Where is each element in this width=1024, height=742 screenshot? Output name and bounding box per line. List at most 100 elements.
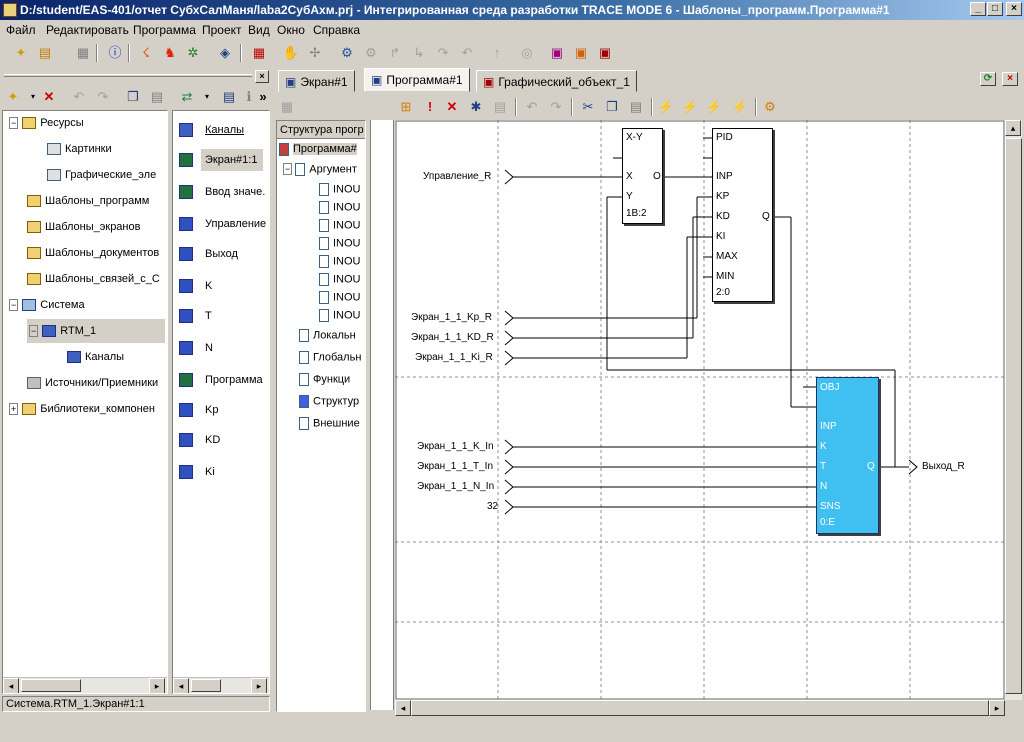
menu-edit[interactable]: Редактировать: [46, 23, 129, 37]
redo-icon[interactable]: ↷: [94, 88, 112, 106]
tree-item-sources[interactable]: Источники/Приемники: [27, 377, 158, 390]
xy-block[interactable]: X-Y X O Y 1B:2: [622, 128, 663, 224]
tree-item-pictures[interactable]: Картинки: [47, 143, 112, 156]
step-out-icon[interactable]: ↶: [458, 44, 476, 62]
tree-item-document-templates[interactable]: Шаблоны_документов: [27, 247, 159, 260]
tab-graphic-object1[interactable]: ▣ Графический_объект_1: [476, 70, 637, 92]
structure-inout[interactable]: INOU: [319, 309, 361, 322]
structure-inout[interactable]: INOU: [319, 183, 361, 196]
structure-inout[interactable]: INOU: [319, 273, 361, 286]
expander-icon[interactable]: −: [9, 299, 19, 311]
port-ki[interactable]: KI: [716, 231, 725, 242]
wand4-icon[interactable]: ⚡: [731, 98, 749, 116]
pointer-icon[interactable]: ✢: [306, 44, 324, 62]
close-picture-icon[interactable]: ▣: [596, 44, 614, 62]
open-project-icon[interactable]: ▤: [36, 44, 54, 62]
canvas-hscrollbar[interactable]: ◂ ▸: [395, 700, 1005, 716]
tree-item-system[interactable]: − Система: [9, 299, 85, 312]
expander-icon[interactable]: +: [9, 403, 19, 415]
more-icon[interactable]: »: [254, 88, 272, 106]
channel-item[interactable]: Программа: [179, 373, 263, 387]
structure-inout[interactable]: INOU: [319, 237, 361, 250]
block-icon[interactable]: ⊞: [397, 98, 415, 116]
port-min[interactable]: MIN: [716, 271, 734, 282]
step-over-icon[interactable]: ↷: [434, 44, 452, 62]
structure-inout[interactable]: INOU: [319, 291, 361, 304]
structure-root[interactable]: Программа#: [279, 143, 357, 156]
paste-icon[interactable]: ▤: [627, 98, 645, 116]
obj-block[interactable]: OBJ INP K T Q N SNS 0:E: [816, 377, 879, 534]
input-label-upravlenie[interactable]: Управление_R: [423, 171, 491, 182]
compile-block-icon[interactable]: ⚙: [761, 98, 779, 116]
paste-icon[interactable]: ▤: [148, 88, 166, 106]
wand3-icon[interactable]: ⚡: [705, 98, 723, 116]
menu-file[interactable]: Файл: [6, 23, 36, 37]
pid-block[interactable]: PID INP KP KD Q KI MAX MIN 2:0: [712, 128, 773, 302]
port-y[interactable]: Y: [626, 191, 633, 202]
scroll-left-button[interactable]: ◂: [3, 678, 19, 693]
output-label-vyhod[interactable]: Выход_R: [922, 461, 965, 472]
delete-icon[interactable]: ✕: [40, 88, 58, 106]
expander-icon[interactable]: −: [283, 163, 293, 176]
expander-icon[interactable]: −: [9, 117, 19, 129]
redo-icon[interactable]: ↷: [547, 98, 565, 116]
debug-bug-icon[interactable]: ✲: [184, 44, 202, 62]
channel-item[interactable]: Управление: [179, 217, 266, 231]
scroll-thumb[interactable]: [1005, 138, 1022, 694]
tree-item-libraries[interactable]: + Библиотеки_компонен: [9, 403, 155, 416]
expander-icon[interactable]: −: [29, 325, 39, 337]
channel-item[interactable]: K: [179, 279, 212, 293]
undo-icon[interactable]: ↶: [523, 98, 541, 116]
info-icon[interactable]: ⓘ: [106, 44, 124, 62]
channel-item[interactable]: T: [179, 309, 212, 323]
tab-screen1[interactable]: ▣ Экран#1: [278, 70, 355, 92]
step-into-icon[interactable]: ↳: [410, 44, 428, 62]
port-k[interactable]: K: [820, 441, 827, 452]
menu-view[interactable]: Вид: [248, 23, 270, 37]
port-q[interactable]: Q: [762, 211, 770, 222]
block-props-icon[interactable]: ▤: [491, 98, 509, 116]
menu-project[interactable]: Проект: [202, 23, 242, 37]
new-item-icon[interactable]: ✦: [4, 88, 22, 106]
input-constant-32[interactable]: 32: [487, 501, 498, 512]
port-q[interactable]: Q: [867, 461, 875, 472]
scroll-left-button[interactable]: ◂: [173, 678, 189, 693]
tree-item-program-templates[interactable]: Шаблоны_программ: [27, 195, 149, 208]
program-structure[interactable]: Структура прогр Программа# − Аргумент INO…: [276, 120, 366, 712]
scroll-thumb[interactable]: [411, 700, 989, 716]
hand-icon[interactable]: ✋: [282, 44, 300, 62]
port-inp[interactable]: INP: [716, 171, 733, 182]
channel-item[interactable]: KD: [179, 433, 220, 447]
input-label-kd[interactable]: Экран_1_1_KD_R: [411, 332, 494, 343]
scroll-right-button[interactable]: ▸: [989, 700, 1005, 716]
scroll-right-button[interactable]: ▸: [251, 678, 267, 693]
wand-icon[interactable]: ⚡: [657, 98, 675, 116]
port-t[interactable]: T: [820, 461, 826, 472]
menu-window[interactable]: Окно: [277, 23, 305, 37]
port-o[interactable]: O: [653, 171, 661, 182]
delete-block-icon[interactable]: ✕: [443, 98, 461, 116]
undo-icon[interactable]: ↶: [70, 88, 88, 106]
scroll-up-button[interactable]: ▴: [1005, 120, 1021, 136]
channel-type-icon[interactable]: ⇄: [178, 88, 196, 106]
port-x[interactable]: X: [626, 171, 633, 182]
project-tree[interactable]: − Ресурсы Картинки Графические_эле Шаблон…: [2, 110, 168, 694]
scroll-thumb[interactable]: [21, 679, 81, 692]
tree-item-screen-templates[interactable]: Шаблоны_экранов: [27, 221, 140, 234]
port-inp[interactable]: INP: [820, 421, 837, 432]
tree-item-graphic-elements[interactable]: Графические_эле: [47, 169, 156, 182]
structure-global[interactable]: Глобальн: [299, 351, 361, 364]
properties-icon[interactable]: ▤: [220, 88, 238, 106]
channel-list[interactable]: Каналы Экран#1:1 Ввод значе. Управление …: [172, 110, 270, 694]
watch-icon[interactable]: ◎: [518, 44, 536, 62]
cut-icon[interactable]: ✂: [579, 98, 597, 116]
tree-hscrollbar[interactable]: ◂ ▸: [3, 677, 167, 693]
minimize-button[interactable]: _: [970, 2, 986, 16]
new-project-icon[interactable]: ✦: [12, 44, 30, 62]
struct-save-icon[interactable]: ▦: [278, 98, 296, 116]
port-kp[interactable]: KP: [716, 191, 729, 202]
grip[interactable]: [4, 74, 252, 77]
scroll-right-button[interactable]: ▸: [149, 678, 165, 693]
port-kd[interactable]: KD: [716, 211, 730, 222]
channel-item[interactable]: Ввод значе.: [179, 185, 265, 199]
